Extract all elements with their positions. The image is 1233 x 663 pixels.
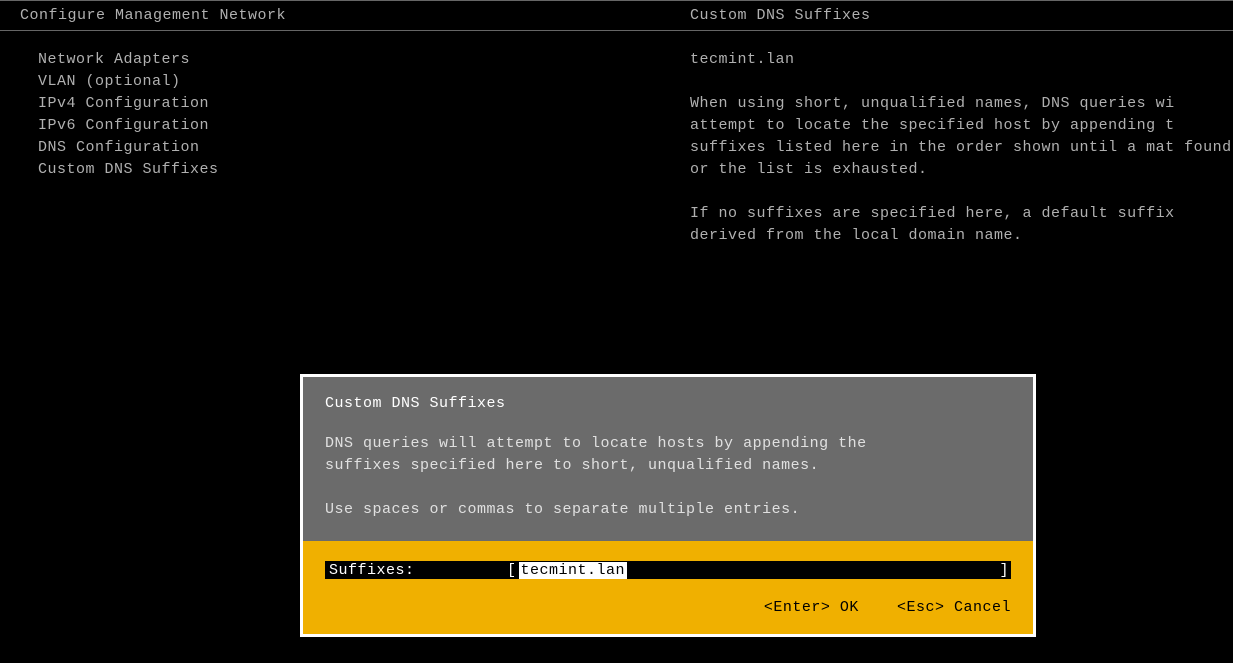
bracket-close: ] [997, 562, 1011, 579]
menu-list: Network Adapters VLAN (optional) IPv4 Co… [20, 49, 670, 181]
cancel-key-hint: <Esc> [897, 599, 945, 616]
custom-dns-dialog: Custom DNS Suffixes DNS queries will att… [300, 374, 1036, 637]
dialog-desc-line-1: DNS queries will attempt to locate hosts… [325, 435, 867, 452]
dialog-buttons: <Enter> OK <Esc> Cancel [325, 599, 1011, 616]
dialog-desc-line-2: suffixes specified here to short, unqual… [325, 457, 819, 474]
menu-item-custom-dns[interactable]: Custom DNS Suffixes [38, 159, 670, 181]
detail-paragraph-1: When using short, unqualified names, DNS… [690, 93, 1233, 181]
menu-item-dns-config[interactable]: DNS Configuration [38, 137, 670, 159]
suffixes-label: Suffixes: [325, 562, 505, 579]
dialog-body: Custom DNS Suffixes DNS queries will att… [303, 377, 1033, 541]
ok-key-hint: <Enter> [764, 599, 831, 616]
detail-domain: tecmint.lan [690, 49, 1233, 71]
cancel-button[interactable]: Cancel [954, 599, 1011, 616]
dialog-input-area: Suffixes: [ tecmint.lan ] <Enter> OK <Es… [303, 541, 1033, 634]
menu-item-vlan[interactable]: VLAN (optional) [38, 71, 670, 93]
menu-item-network-adapters[interactable]: Network Adapters [38, 49, 670, 71]
suffixes-input[interactable]: tecmint.lan [519, 562, 628, 579]
page-title-left: Configure Management Network [20, 7, 286, 24]
dialog-description: DNS queries will attempt to locate hosts… [325, 433, 1011, 477]
detail-panel: tecmint.lan When using short, unqualifie… [690, 49, 1233, 247]
bracket-open: [ [505, 562, 519, 579]
input-fill [627, 561, 997, 579]
content-row: Network Adapters VLAN (optional) IPv4 Co… [0, 31, 1233, 269]
header-row: Configure Management Network Custom DNS … [0, 1, 1233, 30]
detail-paragraph-2: If no suffixes are specified here, a def… [690, 203, 1233, 247]
dialog-hint: Use spaces or commas to separate multipl… [325, 499, 1011, 521]
page-title-right: Custom DNS Suffixes [690, 7, 871, 24]
ok-button[interactable]: OK [840, 599, 859, 616]
suffixes-field-row[interactable]: Suffixes: [ tecmint.lan ] [325, 561, 1011, 579]
menu-item-ipv6[interactable]: IPv6 Configuration [38, 115, 670, 137]
menu-item-ipv4[interactable]: IPv4 Configuration [38, 93, 670, 115]
dialog-title: Custom DNS Suffixes [325, 393, 1011, 415]
